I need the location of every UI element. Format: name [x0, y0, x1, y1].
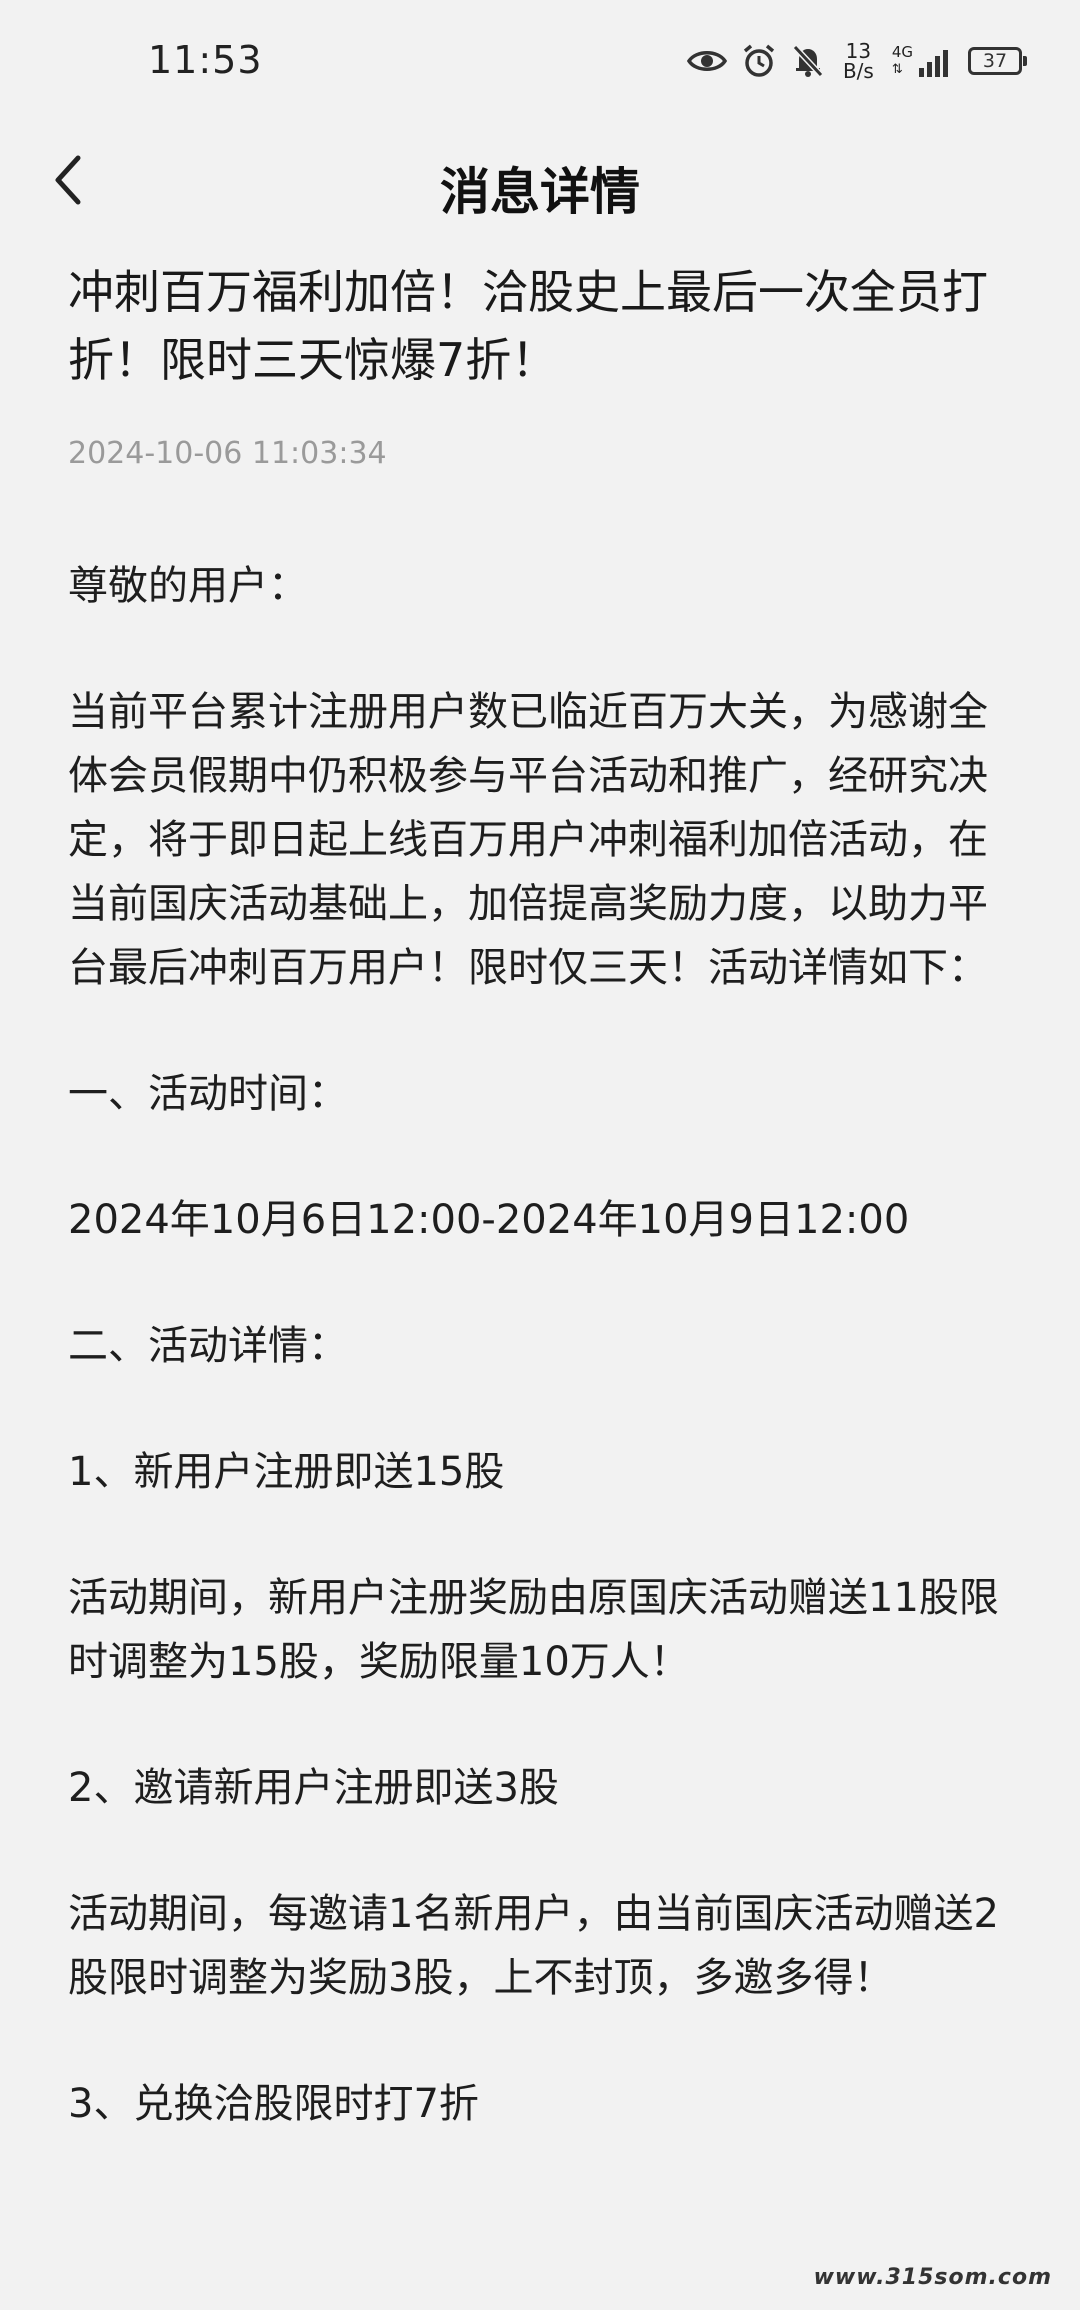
nav-bar: 消息详情 [0, 130, 1080, 230]
network-speed: 13 B/s [842, 39, 874, 83]
message-content: 冲刺百万福利加倍！洽股史上最后一次全员打折！限时三天惊爆7折！ 2024-10-… [68, 258, 1008, 2198]
body-paragraph: 一、活动时间： [68, 1071, 348, 1117]
body-paragraph: 尊敬的用户： [68, 563, 308, 609]
eye-icon [686, 47, 727, 75]
status-time: 11:53 [148, 38, 263, 82]
message-body: 尊敬的用户： 当前平台累计注册用户数已临近百万大关，为感谢全体会员假期中仍积极参… [68, 554, 1008, 2136]
body-paragraph: 3、兑换洽股限时打7折 [68, 2081, 479, 2127]
alarm-icon [741, 43, 777, 79]
battery-icon: 37 [968, 47, 1027, 75]
body-paragraph: 2、邀请新用户注册即送3股 [68, 1765, 559, 1811]
body-paragraph: 活动期间，每邀请1名新用户，由当前国庆活动赠送2股限时调整为奖励3股，上不封顶，… [68, 1891, 999, 2001]
page-title: 消息详情 [440, 163, 640, 221]
network-type: 4G [891, 43, 913, 61]
body-paragraph: 二、活动详情： [68, 1323, 348, 1369]
body-paragraph: 1、新用户注册即送15股 [68, 1449, 505, 1495]
body-paragraph: 2024年10月6日12:00-2024年10月9日12:00 [68, 1197, 910, 1243]
status-bar: 11:53 13 B/s 4G ⇅ 37 [0, 0, 1080, 120]
body-paragraph: 当前平台累计注册用户数已临近百万大关，为感谢全体会员假期中仍积极参与平台活动和推… [68, 689, 988, 991]
body-paragraph: 活动期间，新用户注册奖励由原国庆活动赠送11股限时调整为15股，奖励限量10万人… [68, 1575, 999, 1685]
status-icons: 13 B/s 4G ⇅ 37 [686, 38, 1027, 84]
watermark: www.315som.com [813, 2265, 1052, 2290]
battery-level: 37 [982, 50, 1008, 72]
message-title: 冲刺百万福利加倍！洽股史上最后一次全员打折！限时三天惊爆7折！ [68, 265, 988, 387]
bell-muted-icon [791, 43, 825, 79]
message-timestamp: 2024-10-06 11:03:34 [68, 436, 387, 471]
signal-icon: 4G ⇅ [892, 44, 954, 78]
